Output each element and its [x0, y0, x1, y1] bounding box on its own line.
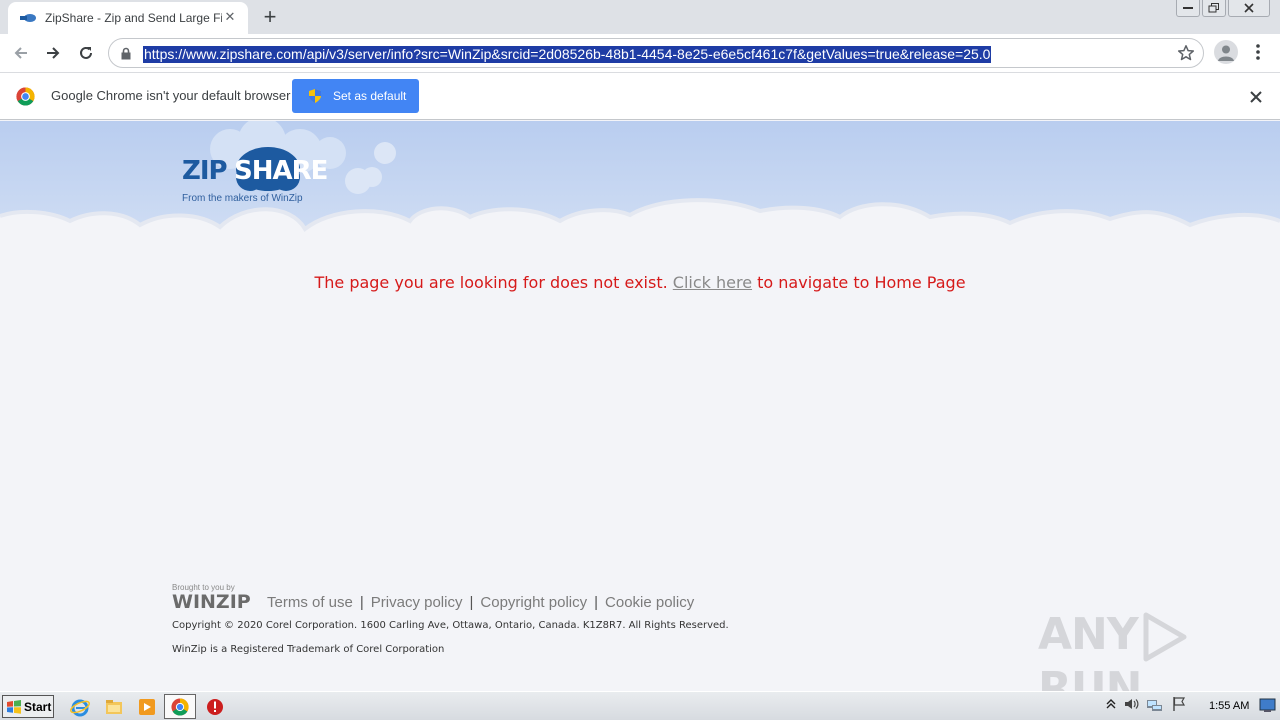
- bookmark-star-icon[interactable]: [1177, 44, 1195, 62]
- profile-avatar[interactable]: [1214, 40, 1238, 64]
- tab-strip: ZipShare - Zip and Send Large Files ✕ +: [0, 0, 1280, 34]
- logo-zip-text: ZIP: [182, 156, 227, 186]
- restore-button[interactable]: [1202, 0, 1226, 17]
- network-icon[interactable]: [1146, 696, 1164, 712]
- system-clock[interactable]: 1:55 AM: [1209, 700, 1249, 712]
- footer-links: Terms of use | Privacy policy | Copyrigh…: [267, 594, 694, 611]
- watermark-any: ANY: [1038, 609, 1139, 660]
- chrome-taskbar-icon: [171, 698, 189, 716]
- restore-icon: [1208, 3, 1219, 13]
- footer-separator: |: [359, 594, 364, 611]
- uac-shield-icon: [309, 89, 321, 103]
- person-icon: [1218, 45, 1234, 61]
- volume-icon[interactable]: [1123, 696, 1139, 712]
- start-button[interactable]: Start: [2, 695, 54, 718]
- terms-of-use-link[interactable]: Terms of use: [267, 594, 353, 611]
- back-arrow-icon: [14, 47, 27, 59]
- trademark-notice: WinZip is a Registered Trademark of Core…: [172, 644, 445, 655]
- windows-logo-icon: [7, 699, 21, 714]
- default-browser-infobar: Google Chrome isn't your default browser…: [0, 72, 1280, 120]
- watermark-run: RUN: [1038, 663, 1142, 691]
- copyright-policy-link[interactable]: Copyright policy: [480, 594, 587, 611]
- file-explorer-icon[interactable]: [104, 697, 124, 717]
- privacy-policy-link[interactable]: Privacy policy: [371, 594, 463, 611]
- footer-separator: |: [469, 594, 474, 611]
- show-desktop-icon[interactable]: [1259, 698, 1276, 713]
- lock-icon[interactable]: [121, 47, 131, 60]
- error-message: The page you are looking for does not ex…: [0, 273, 1280, 292]
- reload-button[interactable]: [73, 40, 99, 66]
- copyright-notice: Copyright © 2020 Corel Corporation. 1600…: [172, 620, 729, 631]
- system-tray: [1106, 696, 1187, 712]
- url-text[interactable]: https://www.zipshare.com/api/v3/server/i…: [143, 46, 992, 63]
- minimize-icon: [1183, 7, 1193, 9]
- windows-taskbar: Start 1:55 AM: [0, 691, 1280, 720]
- winzip-logo[interactable]: WINZIP: [172, 591, 251, 613]
- chrome-logo-icon: [16, 87, 35, 106]
- set-as-default-button[interactable]: Set as default: [292, 79, 419, 113]
- internet-explorer-icon[interactable]: [70, 697, 90, 717]
- zipshare-favicon-icon: [20, 14, 36, 22]
- show-hidden-icons-icon[interactable]: [1106, 698, 1116, 710]
- taskbar-chrome-button[interactable]: [164, 694, 196, 719]
- logo-share-text: SHARE: [234, 156, 327, 186]
- infobar-close-icon[interactable]: [1247, 88, 1265, 106]
- stop-alert-icon[interactable]: [205, 697, 225, 717]
- action-center-flag-icon[interactable]: [1171, 696, 1187, 712]
- tab-zipshare[interactable]: ZipShare - Zip and Send Large Files ✕: [8, 2, 248, 34]
- kebab-menu-icon: [1256, 44, 1260, 60]
- window-close-button[interactable]: [1228, 0, 1270, 17]
- error-suffix: to navigate to Home Page: [757, 273, 966, 292]
- media-player-icon[interactable]: [137, 697, 157, 717]
- anyrun-watermark: ANY RUN: [1038, 609, 1280, 691]
- home-page-link[interactable]: Click here: [673, 273, 752, 292]
- forward-button[interactable]: [40, 40, 66, 66]
- new-tab-button[interactable]: +: [258, 6, 282, 30]
- tab-title: ZipShare - Zip and Send Large Files: [45, 11, 222, 25]
- page-content: ZIP SHARE From the makers of WinZip The …: [0, 121, 1280, 691]
- chrome-menu-button[interactable]: [1250, 42, 1266, 64]
- infobar-message: Google Chrome isn't your default browser: [51, 88, 291, 103]
- back-button[interactable]: [8, 40, 34, 66]
- set-as-default-label: Set as default: [333, 89, 407, 103]
- cookie-policy-link[interactable]: Cookie policy: [605, 594, 694, 611]
- footer-separator: |: [594, 594, 599, 611]
- address-bar[interactable]: https://www.zipshare.com/api/v3/server/i…: [108, 38, 1204, 68]
- reload-icon: [80, 46, 92, 59]
- play-triangle-icon: [1143, 612, 1187, 662]
- window-close-icon: [1244, 3, 1254, 13]
- error-prefix: The page you are looking for does not ex…: [314, 273, 668, 292]
- window-controls: [1176, 0, 1270, 18]
- start-label: Start: [24, 699, 52, 714]
- browser-toolbar: https://www.zipshare.com/api/v3/server/i…: [0, 34, 1280, 72]
- logo-tagline: From the makers of WinZip: [182, 193, 303, 204]
- tab-close-icon[interactable]: ✕: [222, 10, 238, 26]
- minimize-button[interactable]: [1176, 0, 1200, 17]
- forward-arrow-icon: [47, 47, 60, 59]
